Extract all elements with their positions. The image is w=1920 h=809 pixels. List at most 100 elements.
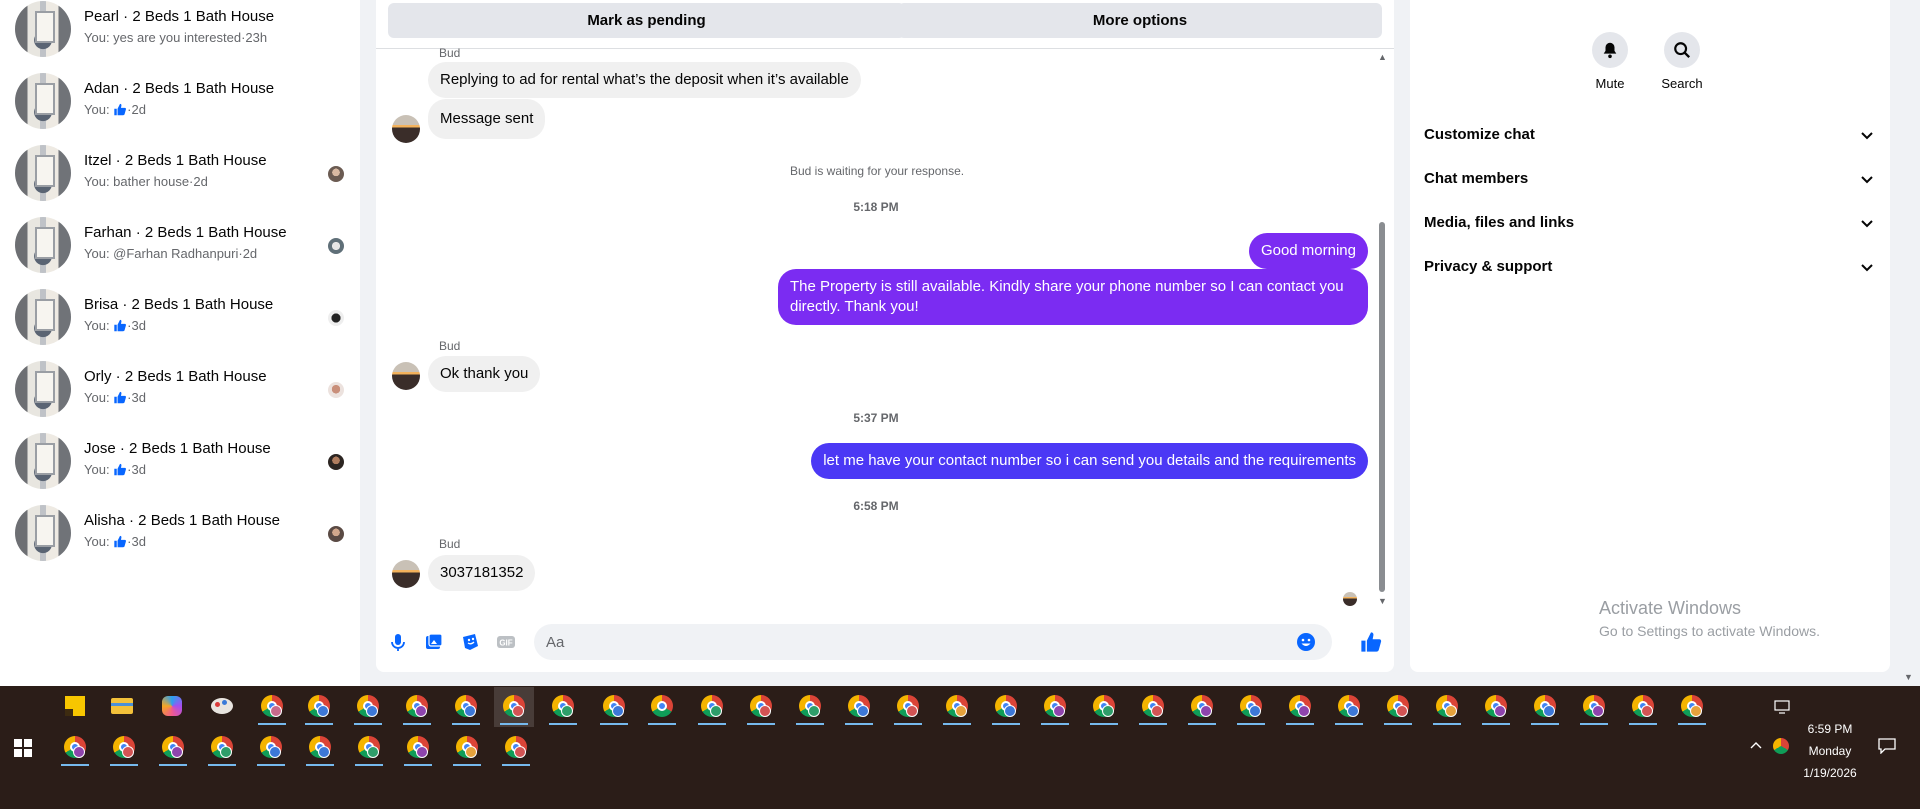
composer: GIF <box>376 620 1394 664</box>
chrome-window-icon[interactable] <box>447 728 487 768</box>
chat-members-section[interactable]: Chat members <box>1424 158 1874 202</box>
taskbar-clock[interactable]: 6:59 PM Monday 1/19/2026 <box>1790 718 1870 784</box>
conversation-name: Alisha · 2 Beds 1 Bath House <box>84 512 280 529</box>
chrome-window-icon[interactable] <box>543 687 583 727</box>
chrome-window-icon[interactable] <box>398 728 438 768</box>
more-options-button[interactable]: More options <box>898 3 1382 38</box>
scroll-down-icon[interactable]: ▼ <box>1378 596 1387 606</box>
mark-as-pending-button[interactable]: Mark as pending <box>388 3 905 38</box>
chrome-window-icon[interactable] <box>202 728 242 768</box>
conversation-snippet: You: ·2d <box>84 102 146 117</box>
copilot-icon[interactable] <box>152 687 192 727</box>
chrome-window-icon[interactable] <box>1182 687 1222 727</box>
chrome-window-icon-active[interactable] <box>494 687 534 727</box>
chrome-window-icon[interactable] <box>1231 687 1271 727</box>
gif-icon[interactable]: GIF <box>496 632 516 652</box>
incoming-message[interactable]: 3037181352 <box>428 555 536 591</box>
chrome-tray-icon[interactable] <box>1773 738 1789 754</box>
chrome-window-icon[interactable] <box>1574 687 1614 727</box>
like-icon <box>114 463 127 476</box>
mute-button[interactable]: Mute <box>1575 32 1645 91</box>
chrome-window-icon[interactable] <box>1133 687 1173 727</box>
chrome-window-icon[interactable] <box>1623 687 1663 727</box>
chrome-window-icon[interactable] <box>741 687 781 727</box>
chrome-window-icon[interactable] <box>348 687 388 727</box>
conversation-item[interactable]: Orly · 2 Beds 1 Bath House You: ·3d <box>0 360 360 432</box>
watermark-title: Activate Windows <box>1599 598 1742 618</box>
outgoing-message[interactable]: Good morning <box>1248 233 1368 269</box>
search-icon <box>1664 32 1700 68</box>
emoji-icon[interactable] <box>1296 632 1316 652</box>
conversation-name: Itzel · 2 Beds 1 Bath House <box>84 152 267 169</box>
chrome-window-icon[interactable] <box>496 728 536 768</box>
scrollbar-thumb[interactable] <box>1379 222 1385 592</box>
conversation-item[interactable]: Adan · 2 Beds 1 Bath House You: ·2d <box>0 72 360 144</box>
chrome-window-icon[interactable] <box>1280 687 1320 727</box>
notification-icon[interactable] <box>1878 738 1896 754</box>
seen-avatar <box>328 526 344 542</box>
chrome-window-icon[interactable] <box>251 728 291 768</box>
chrome-window-icon[interactable] <box>790 687 830 727</box>
paint-icon[interactable] <box>202 687 242 727</box>
chrome-window-icon[interactable] <box>1672 687 1712 727</box>
chrome-window-icon[interactable] <box>446 687 486 727</box>
sticker-icon[interactable] <box>460 632 480 652</box>
microphone-icon[interactable] <box>388 632 408 652</box>
page-scroll-down-icon[interactable]: ▼ <box>1904 672 1913 682</box>
chrome-window-icon[interactable] <box>153 728 193 768</box>
chat-panel: Mark as pending More options Bud Replyin… <box>376 0 1394 672</box>
chrome-window-icon[interactable] <box>252 687 292 727</box>
file-explorer-icon[interactable] <box>102 687 142 727</box>
windows-start-icon[interactable] <box>14 739 32 757</box>
chrome-window-icon[interactable] <box>986 687 1026 727</box>
chrome-window-icon[interactable] <box>1427 687 1467 727</box>
chrome-window-icon[interactable] <box>642 687 682 727</box>
display-icon[interactable] <box>1774 700 1792 714</box>
chrome-window-icon[interactable] <box>1329 687 1369 727</box>
incoming-message[interactable]: Ok thank you <box>428 356 541 392</box>
chrome-window-icon[interactable] <box>888 687 928 727</box>
search-button[interactable]: Search <box>1647 32 1717 91</box>
chrome-window-icon[interactable] <box>1476 687 1516 727</box>
like-icon <box>114 319 127 332</box>
conversation-item[interactable]: Alisha · 2 Beds 1 Bath House You: ·3d <box>0 504 360 576</box>
outgoing-message[interactable]: The Property is still available. Kindly … <box>778 269 1368 325</box>
chrome-window-icon[interactable] <box>1035 687 1075 727</box>
seen-avatar <box>328 310 344 326</box>
chrome-window-icon[interactable] <box>104 728 144 768</box>
like-icon <box>114 103 127 116</box>
sender-name: Bud <box>439 339 461 353</box>
chrome-window-icon[interactable] <box>300 728 340 768</box>
conversation-name: Farhan · 2 Beds 1 Bath House <box>84 224 287 241</box>
customize-chat-section[interactable]: Customize chat <box>1424 114 1874 158</box>
media-files-links-section[interactable]: Media, files and links <box>1424 202 1874 246</box>
conversation-item[interactable]: Brisa · 2 Beds 1 Bath House You: ·3d <box>0 288 360 360</box>
incoming-message[interactable]: Replying to ad for rental what’s the dep… <box>428 62 861 98</box>
like-send-icon[interactable] <box>1360 631 1382 653</box>
chrome-window-icon[interactable] <box>594 687 634 727</box>
conversation-item[interactable]: Jose · 2 Beds 1 Bath House You: ·3d <box>0 432 360 504</box>
snippet-time: ·3d <box>127 318 146 333</box>
chrome-window-icon[interactable] <box>299 687 339 727</box>
chrome-window-icon[interactable] <box>1084 687 1124 727</box>
conversation-item[interactable]: Farhan · 2 Beds 1 Bath House You: @Farha… <box>0 216 360 288</box>
chrome-window-icon[interactable] <box>839 687 879 727</box>
photo-icon[interactable] <box>424 632 444 652</box>
incoming-message[interactable]: Message sent <box>428 99 546 139</box>
scroll-up-icon[interactable]: ▲ <box>1378 52 1387 62</box>
chevron-up-icon[interactable] <box>1750 740 1762 750</box>
conversation-item[interactable]: Pearl · 2 Beds 1 Bath House You: yes are… <box>0 0 360 72</box>
message-input[interactable] <box>534 624 1332 660</box>
chrome-window-icon[interactable] <box>937 687 977 727</box>
outgoing-message[interactable]: let me have your contact number so i can… <box>811 443 1368 479</box>
chrome-window-icon[interactable] <box>1525 687 1565 727</box>
chrome-window-icon[interactable] <box>1378 687 1418 727</box>
chrome-window-icon[interactable] <box>692 687 732 727</box>
privacy-support-section[interactable]: Privacy & support <box>1424 246 1874 290</box>
chrome-window-icon[interactable] <box>349 728 389 768</box>
conversation-item[interactable]: Itzel · 2 Beds 1 Bath House You: bather … <box>0 144 360 216</box>
sticky-notes-icon[interactable] <box>55 687 95 727</box>
chrome-window-icon[interactable] <box>397 687 437 727</box>
chrome-window-icon[interactable] <box>55 728 95 768</box>
seen-avatar <box>328 382 344 398</box>
